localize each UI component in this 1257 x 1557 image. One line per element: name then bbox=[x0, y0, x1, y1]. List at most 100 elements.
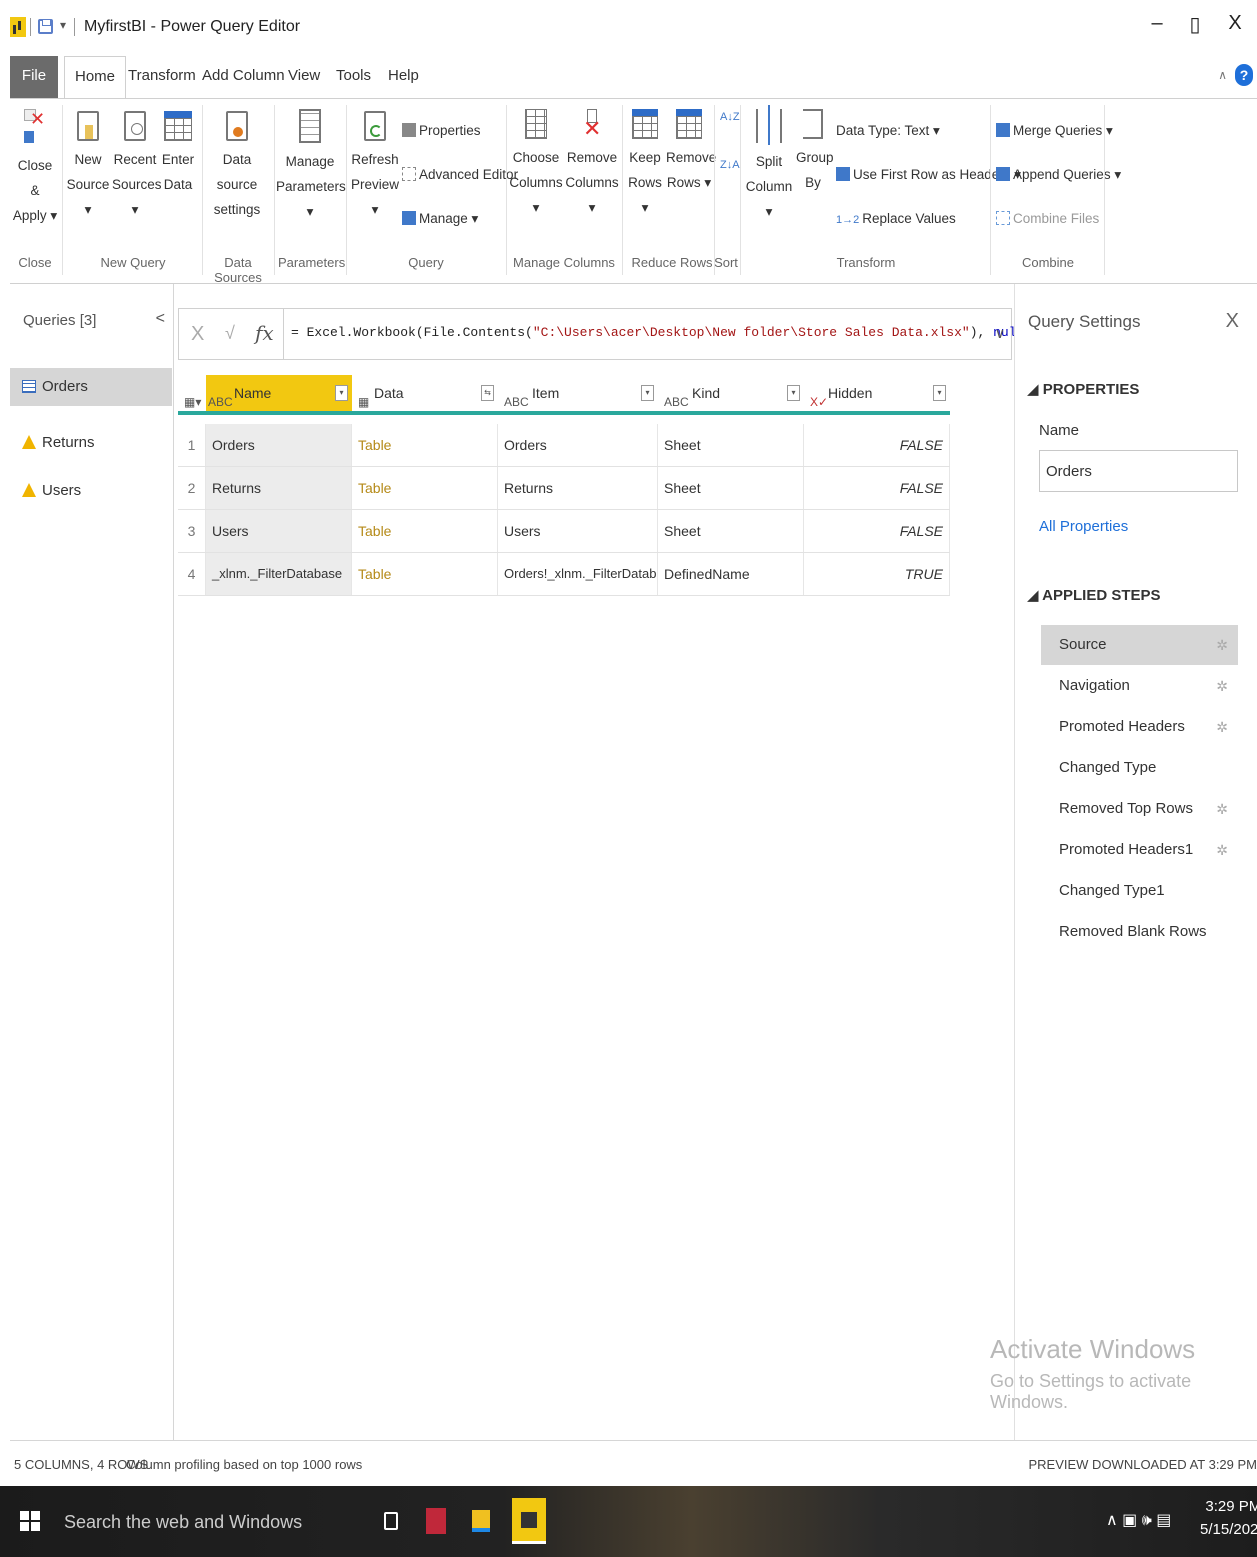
gear-icon[interactable]: ✲ bbox=[1216, 625, 1228, 665]
remove-rows-button[interactable]: Remove Rows ▾ bbox=[666, 109, 716, 195]
cell-hidden[interactable]: FALSE bbox=[804, 424, 950, 466]
powerbi-taskbar-icon[interactable] bbox=[512, 1498, 546, 1544]
group-by-button[interactable]: Group By bbox=[796, 109, 834, 195]
cell-kind[interactable]: Sheet bbox=[658, 424, 804, 466]
gear-icon[interactable]: ✲ bbox=[1216, 830, 1228, 870]
cancel-formula-icon[interactable]: X bbox=[191, 323, 204, 346]
cell-name[interactable]: _xlnm._FilterDatabase bbox=[206, 553, 352, 595]
data-source-settings-button[interactable]: Data source settings bbox=[204, 109, 270, 222]
taskbar-clock[interactable]: 3:29 PM 5/15/2020 bbox=[1200, 1498, 1257, 1538]
help-icon[interactable]: ? bbox=[1235, 64, 1253, 86]
table-row[interactable]: 1 Orders Table Orders Sheet FALSE bbox=[178, 424, 950, 467]
sort-descending-button[interactable]: Z↓A bbox=[720, 155, 740, 175]
cell-hidden[interactable]: FALSE bbox=[804, 467, 950, 509]
filter-dropdown-icon[interactable]: ▾ bbox=[641, 385, 654, 401]
cell-item[interactable]: Users bbox=[498, 510, 658, 552]
properties-button[interactable]: Properties bbox=[402, 121, 481, 141]
file-explorer-icon[interactable] bbox=[472, 1510, 490, 1532]
fx-icon[interactable]: fx bbox=[255, 321, 274, 345]
new-source-button[interactable]: New Source ▾ bbox=[66, 109, 110, 222]
expand-formula-icon[interactable]: ∨ bbox=[995, 325, 1005, 342]
query-item-users[interactable]: Users bbox=[10, 472, 172, 510]
filter-dropdown-icon[interactable]: ▾ bbox=[933, 385, 946, 401]
use-first-row-headers-button[interactable]: Use First Row as Headers ▾ bbox=[836, 165, 1021, 185]
tab-home[interactable]: Home bbox=[64, 56, 127, 98]
close-apply-button[interactable]: ✕ Close & Apply ▾ bbox=[12, 109, 58, 228]
applied-step-navigation[interactable]: Navigation ✲ bbox=[1041, 666, 1238, 706]
collapse-ribbon-icon[interactable]: ∧ bbox=[1218, 68, 1227, 82]
minimize-button[interactable]: – bbox=[1142, 12, 1172, 35]
column-header-kind[interactable]: ABC Kind ▾ bbox=[658, 375, 804, 415]
cell-data-table-link[interactable]: Table bbox=[352, 424, 498, 466]
all-properties-link[interactable]: All Properties bbox=[1039, 518, 1128, 535]
recent-sources-button[interactable]: Recent Sources ▾ bbox=[112, 109, 162, 222]
cell-hidden[interactable]: FALSE bbox=[804, 510, 950, 552]
tab-view[interactable]: View bbox=[278, 56, 330, 98]
cell-item[interactable]: Orders bbox=[498, 424, 658, 466]
pdf-app-icon[interactable] bbox=[426, 1508, 446, 1534]
tab-tools[interactable]: Tools bbox=[326, 56, 381, 98]
system-tray-icons[interactable]: ∧ ▣ 🕪 ▤ bbox=[1106, 1510, 1171, 1530]
applied-steps-section-header[interactable]: ◢ APPLIED STEPS bbox=[1027, 586, 1161, 604]
windows-start-icon[interactable] bbox=[20, 1511, 40, 1531]
gear-icon[interactable]: ✲ bbox=[1216, 789, 1228, 829]
combine-files-button[interactable]: Combine Files bbox=[996, 209, 1099, 229]
cell-name[interactable]: Users bbox=[206, 510, 352, 552]
query-item-returns[interactable]: Returns bbox=[10, 424, 172, 462]
gear-icon[interactable]: ✲ bbox=[1216, 707, 1228, 747]
column-header-data[interactable]: ▦ Data ⇆ bbox=[352, 375, 498, 415]
close-window-button[interactable]: X bbox=[1220, 12, 1250, 35]
cell-item[interactable]: Orders!_xlnm._FilterDatabase bbox=[498, 553, 658, 595]
manage-parameters-button[interactable]: Manage Parameters ▾ bbox=[276, 109, 346, 224]
close-settings-icon[interactable]: X bbox=[1226, 310, 1239, 333]
table-row[interactable]: 3 Users Table Users Sheet FALSE bbox=[178, 510, 950, 553]
gear-icon[interactable]: ✲ bbox=[1216, 666, 1228, 706]
manage-button[interactable]: Manage ▾ bbox=[402, 209, 478, 229]
expand-column-icon[interactable]: ⇆ bbox=[481, 385, 494, 401]
applied-step-removed-top-rows[interactable]: Removed Top Rows ✲ bbox=[1041, 789, 1238, 829]
collapse-queries-icon[interactable]: < bbox=[156, 310, 165, 328]
applied-step-promoted-headers[interactable]: Promoted Headers ✲ bbox=[1041, 707, 1238, 747]
cell-name[interactable]: Orders bbox=[206, 424, 352, 466]
data-type-dropdown[interactable]: Data Type: Text ▾ bbox=[836, 121, 940, 141]
merge-queries-button[interactable]: Merge Queries ▾ bbox=[996, 121, 1113, 141]
sort-ascending-button[interactable]: A↓Z bbox=[720, 107, 740, 127]
commit-formula-icon[interactable]: √ bbox=[225, 323, 235, 344]
tab-help[interactable]: Help bbox=[378, 56, 429, 98]
column-header-name[interactable]: ABC Name ▾ bbox=[206, 375, 352, 415]
restore-button[interactable]: ▯ bbox=[1180, 12, 1210, 37]
cell-hidden[interactable]: TRUE bbox=[804, 553, 950, 595]
advanced-editor-button[interactable]: Advanced Editor bbox=[402, 165, 518, 185]
cell-data-table-link[interactable]: Table bbox=[352, 467, 498, 509]
enter-data-button[interactable]: Enter Data bbox=[160, 109, 196, 197]
remove-columns-button[interactable]: ✕ Remove Columns ▾ bbox=[564, 109, 620, 220]
table-menu-button[interactable]: ▦▾ bbox=[178, 375, 206, 415]
table-row[interactable]: 2 Returns Table Returns Sheet FALSE bbox=[178, 467, 950, 510]
cell-kind[interactable]: Sheet bbox=[658, 510, 804, 552]
replace-values-button[interactable]: 1→2 Replace Values bbox=[836, 209, 956, 230]
append-queries-button[interactable]: Append Queries ▾ bbox=[996, 165, 1121, 185]
column-header-hidden[interactable]: X✓ Hidden ▾ bbox=[804, 375, 950, 415]
keep-rows-button[interactable]: Keep Rows ▾ bbox=[624, 109, 666, 220]
applied-step-changed-type1[interactable]: Changed Type1 bbox=[1041, 871, 1238, 911]
applied-step-source[interactable]: Source ✲ bbox=[1041, 625, 1238, 665]
column-profiling-status[interactable]: Column profiling based on top 1000 rows bbox=[126, 1457, 362, 1472]
table-row[interactable]: 4 _xlnm._FilterDatabase Table Orders!_xl… bbox=[178, 553, 950, 596]
cell-item[interactable]: Returns bbox=[498, 467, 658, 509]
filter-dropdown-icon[interactable]: ▾ bbox=[787, 385, 800, 401]
column-header-item[interactable]: ABC Item ▾ bbox=[498, 375, 658, 415]
query-item-orders[interactable]: Orders bbox=[10, 368, 172, 406]
save-icon[interactable] bbox=[38, 19, 53, 34]
applied-step-promoted-headers1[interactable]: Promoted Headers1 ✲ bbox=[1041, 830, 1238, 870]
tab-file[interactable]: File bbox=[10, 56, 58, 98]
cell-data-table-link[interactable]: Table bbox=[352, 510, 498, 552]
applied-step-removed-blank-rows[interactable]: Removed Blank Rows bbox=[1041, 912, 1238, 952]
split-column-button[interactable]: Split Column ▾ bbox=[744, 105, 794, 224]
choose-columns-button[interactable]: Choose Columns ▾ bbox=[508, 109, 564, 220]
cell-kind[interactable]: DefinedName bbox=[658, 553, 804, 595]
query-name-input[interactable] bbox=[1039, 450, 1238, 492]
taskbar-search-box[interactable]: Search the web and Windows bbox=[64, 1512, 302, 1533]
quick-access-dropdown-icon[interactable]: ▾ bbox=[60, 18, 66, 32]
filter-dropdown-icon[interactable]: ▾ bbox=[335, 385, 348, 401]
formula-input[interactable]: = Excel.Workbook(File.Contents("C:\Users… bbox=[291, 325, 1079, 340]
